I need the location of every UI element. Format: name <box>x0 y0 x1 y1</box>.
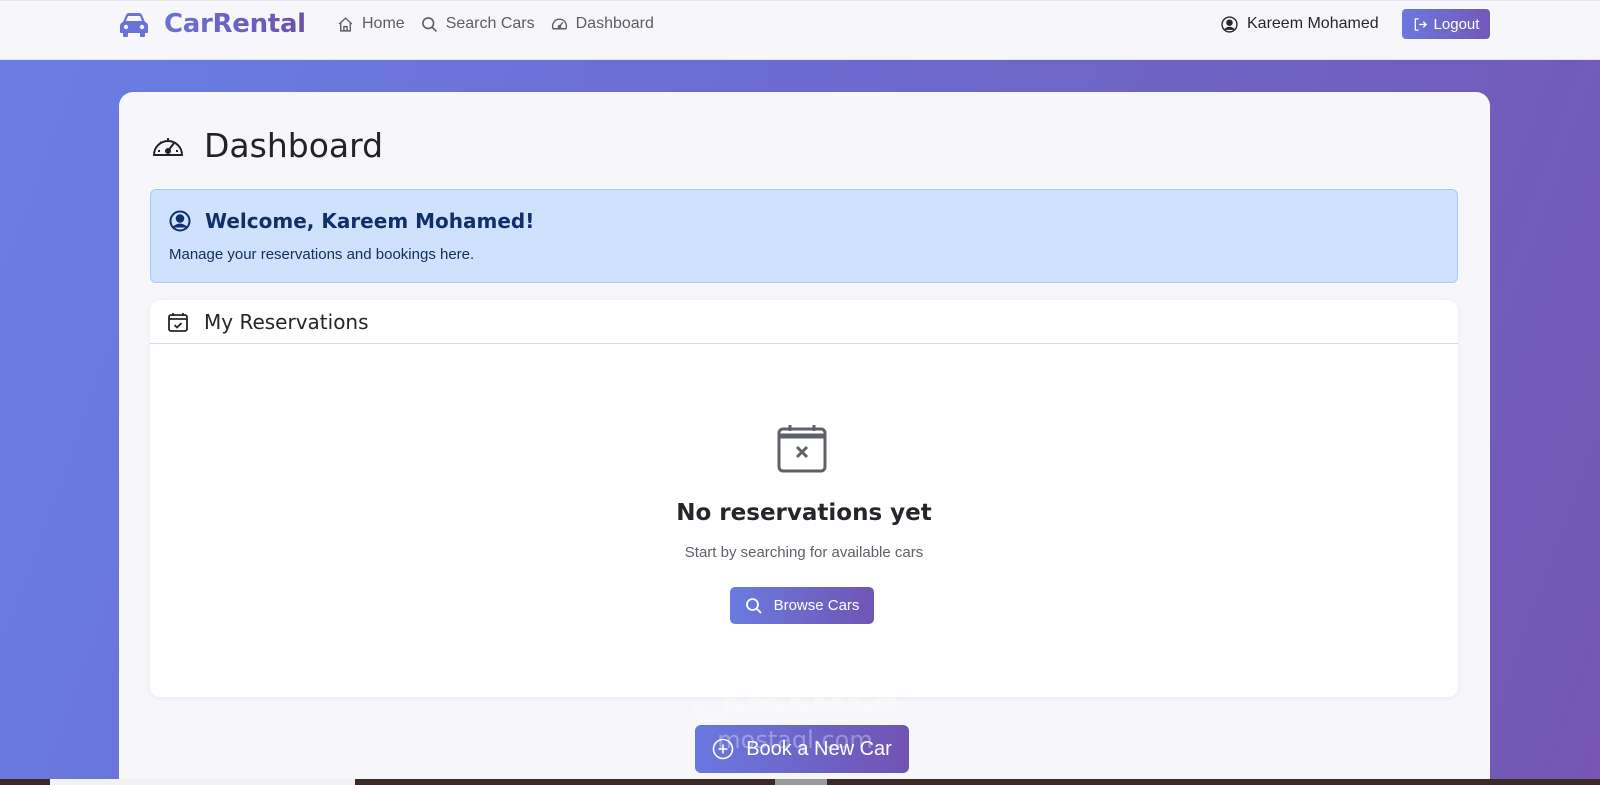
nav-link-home[interactable]: Home <box>337 15 405 33</box>
user-circle-icon <box>1221 15 1238 33</box>
user-menu[interactable]: Kareem Mohamed <box>1221 15 1379 33</box>
calendar-check-icon <box>168 312 188 332</box>
browse-cars-button[interactable]: Browse Cars <box>730 587 874 624</box>
reservations-header: My Reservations <box>150 300 1458 344</box>
speedometer-icon <box>551 18 567 29</box>
reservations-card: My Reservations No reservations yet Star… <box>150 300 1458 697</box>
page-title-text: Dashboard <box>204 126 384 165</box>
welcome-title: Welcome, Kareem Mohamed! <box>205 209 535 233</box>
user-circle-icon <box>169 210 191 232</box>
nav-link-dashboard[interactable]: Dashboard <box>551 15 654 33</box>
brand-name: CarRental <box>164 9 306 39</box>
car-icon <box>120 13 148 37</box>
calendar-x-icon <box>777 425 827 473</box>
logout-button[interactable]: Logout <box>1402 9 1490 39</box>
welcome-heading: Welcome, Kareem Mohamed! <box>169 209 534 233</box>
book-new-car-button[interactable]: Book a New Car <box>695 725 909 773</box>
search-icon <box>745 597 762 614</box>
brand[interactable]: CarRental <box>118 9 306 39</box>
speedometer-icon <box>152 137 184 156</box>
search-icon <box>421 16 437 32</box>
user-name: Kareem Mohamed <box>1247 15 1379 32</box>
nav-link-label: Dashboard <box>575 15 654 32</box>
plus-circle-icon <box>712 738 734 760</box>
page-title: Dashboard <box>151 126 383 165</box>
reservations-title: My Reservations <box>204 309 369 334</box>
empty-state-subtitle: Start by searching for available cars <box>684 544 924 561</box>
logout-icon <box>1414 17 1427 31</box>
browse-cars-label: Browse Cars <box>773 597 860 614</box>
taskbar-segment <box>775 779 827 785</box>
logout-label: Logout <box>1433 15 1480 33</box>
os-taskbar <box>0 779 1600 785</box>
nav-link-search-cars[interactable]: Search Cars <box>421 15 535 33</box>
taskbar-segment <box>50 779 355 785</box>
book-new-car-label: Book a New Car <box>746 737 892 760</box>
welcome-alert: Welcome, Kareem Mohamed! Manage your res… <box>150 189 1458 283</box>
nav-link-label: Home <box>362 15 405 32</box>
dashboard-card: Dashboard Welcome, Kareem Mohamed! Manag… <box>119 92 1490 785</box>
top-navbar: CarRental Home Search Cars Dashboard Kar… <box>0 0 1600 60</box>
nav-links: Home Search Cars Dashboard <box>337 15 670 33</box>
welcome-subtitle: Manage your reservations and bookings he… <box>169 246 475 263</box>
empty-state-title: No reservations yet <box>676 500 932 526</box>
nav-link-label: Search Cars <box>445 15 535 32</box>
home-icon <box>338 16 353 32</box>
